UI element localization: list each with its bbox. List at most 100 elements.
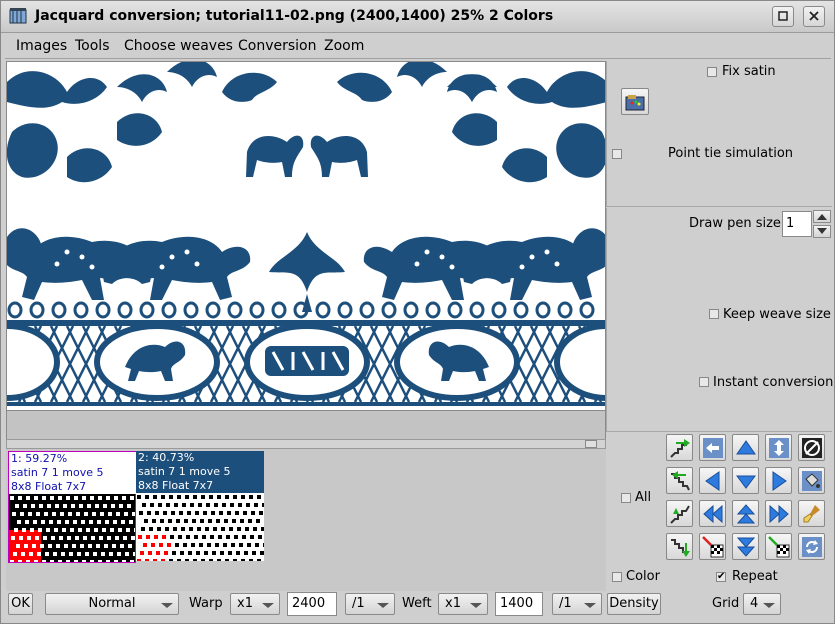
weft-input[interactable]: 1400 bbox=[495, 592, 543, 616]
all-checkbox[interactable] bbox=[621, 493, 631, 503]
warp-input[interactable]: 2400 bbox=[287, 592, 337, 616]
arrow-down-button[interactable] bbox=[732, 467, 759, 494]
maximize-button[interactable] bbox=[772, 6, 794, 27]
arrow-right-icon bbox=[772, 471, 787, 491]
diagonal-stairs-icon bbox=[670, 505, 690, 524]
warp-multiplier-value: x1 bbox=[237, 596, 253, 611]
loom-app-icon bbox=[9, 8, 27, 24]
checker-green-arrow-icon bbox=[768, 536, 790, 558]
refresh-icon bbox=[802, 537, 822, 557]
menu-images[interactable]: Images bbox=[16, 38, 67, 54]
canvas-empty-area bbox=[6, 411, 606, 439]
warp-divisor-select[interactable]: /1 bbox=[345, 593, 395, 615]
close-button[interactable] bbox=[803, 6, 825, 27]
mode-select[interactable]: Normal bbox=[45, 593, 179, 615]
diagonal-stairs-button[interactable] bbox=[666, 500, 693, 527]
density-button[interactable]: Density bbox=[607, 593, 661, 615]
ok-button[interactable]: OK bbox=[8, 593, 33, 615]
weft-label: Weft bbox=[402, 596, 432, 611]
arrow-down-icon bbox=[817, 228, 827, 234]
color-label: Color bbox=[626, 569, 660, 584]
keep-weave-size-checkbox[interactable] bbox=[709, 309, 719, 319]
instant-conversion-checkbox[interactable] bbox=[699, 377, 709, 387]
warp-divisor-value: /1 bbox=[352, 596, 365, 611]
checker-arrow-icon bbox=[702, 536, 724, 558]
arrow-left-button[interactable] bbox=[699, 467, 726, 494]
title-bar: Jacquard conversion; tutorial11-02.png (… bbox=[1, 1, 834, 33]
chevron-down-icon bbox=[377, 603, 389, 608]
stairs-down-green-button[interactable] bbox=[666, 533, 693, 560]
menu-choose-weaves[interactable]: Choose weaves bbox=[124, 38, 233, 54]
fix-satin-checkbox[interactable] bbox=[707, 67, 717, 77]
stairs-right-icon bbox=[670, 439, 690, 458]
menu-tools[interactable]: Tools bbox=[75, 38, 110, 54]
double-down-button[interactable] bbox=[732, 533, 759, 560]
brush-icon bbox=[803, 505, 820, 523]
menu-zoom[interactable]: Zoom bbox=[324, 38, 364, 54]
top-ornament bbox=[7, 62, 605, 183]
point-tie-checkbox[interactable] bbox=[612, 149, 622, 159]
double-up-button[interactable] bbox=[732, 500, 759, 527]
weave-1-percent: 1: 59.27% bbox=[11, 452, 68, 465]
point-tie-label: Point tie simulation bbox=[668, 146, 794, 161]
brush-button[interactable] bbox=[798, 500, 825, 527]
checker-red-arrow-button[interactable] bbox=[699, 533, 726, 560]
bottom-toolbar: OK Normal Warp x1 2400 /1 Weft x1 1400 /… bbox=[1, 591, 834, 621]
double-right-icon bbox=[769, 504, 789, 524]
keep-weave-size-label: Keep weave size bbox=[723, 307, 831, 322]
stairs-left-green-button[interactable] bbox=[666, 467, 693, 494]
double-up-icon bbox=[736, 504, 756, 524]
beasts-row bbox=[7, 228, 605, 312]
grid-select-value: 4 bbox=[750, 596, 759, 611]
double-left-button[interactable] bbox=[699, 500, 726, 527]
fill-bucket-button[interactable] bbox=[798, 467, 825, 494]
weave-1-float: 8x8 Float 7x7 bbox=[11, 480, 87, 493]
stairs-right-green-button[interactable] bbox=[666, 434, 693, 461]
repeat-checkbox[interactable]: ✔ bbox=[716, 572, 726, 582]
warp-label: Warp bbox=[189, 596, 223, 611]
maximize-icon bbox=[778, 11, 788, 21]
stairs-down-icon bbox=[671, 539, 690, 557]
draw-pen-size-input[interactable]: 1 bbox=[782, 211, 812, 237]
weft-multiplier-value: x1 bbox=[445, 596, 461, 611]
double-right-button[interactable] bbox=[765, 500, 792, 527]
image-canvas[interactable] bbox=[6, 61, 606, 411]
chevron-down-icon bbox=[262, 603, 274, 608]
weave-1-info: 1: 59.27% satin 7 1 move 5 8x8 Float 7x7 bbox=[9, 452, 137, 494]
pen-size-down-button[interactable] bbox=[813, 225, 831, 238]
arrow-up-button[interactable] bbox=[732, 434, 759, 461]
loop-border bbox=[7, 301, 595, 319]
grid-select[interactable]: 4 bbox=[743, 593, 781, 615]
open-folder-button[interactable] bbox=[621, 88, 649, 115]
color-checkbox[interactable] bbox=[612, 572, 622, 582]
checker-green-arrow-button[interactable] bbox=[765, 533, 792, 560]
warp-multiplier-select[interactable]: x1 bbox=[230, 593, 280, 615]
refresh-button[interactable] bbox=[798, 533, 825, 560]
weave-item-1[interactable]: 1: 59.27% satin 7 1 move 5 8x8 Float 7x7 bbox=[8, 451, 137, 563]
arrow-up-icon bbox=[736, 440, 756, 455]
weave-2-type: satin 7 1 move 5 bbox=[138, 465, 231, 478]
instant-conversion-label: Instant conversion bbox=[713, 375, 834, 390]
fix-satin-label: Fix satin bbox=[722, 64, 776, 79]
weave-2-preview bbox=[136, 493, 264, 561]
pen-size-up-button[interactable] bbox=[813, 210, 831, 223]
horizontal-scrollbar[interactable] bbox=[6, 439, 606, 449]
paint-bucket-icon bbox=[802, 471, 822, 491]
mode-select-value: Normal bbox=[88, 596, 136, 611]
invert-button[interactable] bbox=[798, 434, 825, 461]
scroll-thumb[interactable] bbox=[585, 440, 597, 448]
weft-divisor-select[interactable]: /1 bbox=[552, 593, 602, 615]
weave-2-percent: 2: 40.73% bbox=[138, 451, 195, 464]
weft-multiplier-select[interactable]: x1 bbox=[438, 593, 488, 615]
stairs-left-icon bbox=[671, 471, 690, 491]
weave-2-info: 2: 40.73% satin 7 1 move 5 8x8 Float 7x7 bbox=[136, 451, 264, 493]
weave-item-2[interactable]: 2: 40.73% satin 7 1 move 5 8x8 Float 7x7 bbox=[136, 451, 264, 563]
drawing-options-panel: Draw pen size Keep weave size Instant co… bbox=[606, 208, 834, 432]
arrow-right-button[interactable] bbox=[765, 467, 792, 494]
chevron-down-icon bbox=[161, 603, 173, 608]
damask-pattern-image bbox=[7, 62, 605, 406]
undo-left-button[interactable] bbox=[699, 434, 726, 461]
flip-vertical-button[interactable] bbox=[765, 434, 792, 461]
menu-conversion[interactable]: Conversion bbox=[238, 38, 317, 54]
weft-divisor-value: /1 bbox=[559, 596, 572, 611]
